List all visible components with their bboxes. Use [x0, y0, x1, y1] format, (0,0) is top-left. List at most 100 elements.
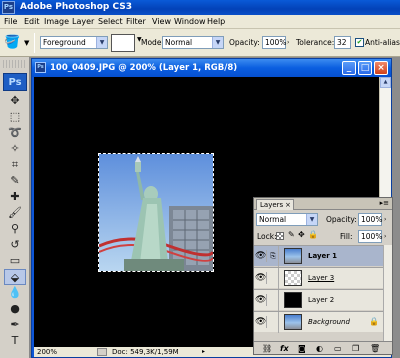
lock-paint-icon[interactable]: ✎: [288, 230, 295, 239]
minimize-button[interactable]: _: [342, 61, 356, 75]
options-divider: [34, 33, 35, 53]
layer-thumbnail: [284, 314, 302, 330]
history-brush-tool-icon[interactable]: ↺: [4, 237, 26, 253]
pen-tool-icon[interactable]: ✒: [4, 317, 26, 333]
magic-wand-tool-icon[interactable]: ✧: [4, 141, 26, 157]
chevron-down-icon: ▼: [96, 37, 107, 48]
opacity-chevron-icon[interactable]: ›: [287, 39, 289, 46]
lock-all-icon[interactable]: 🔒: [308, 230, 318, 239]
document-title: 100_0409.JPG @ 200% (Layer 1, RGB/8): [50, 63, 238, 73]
scroll-up-icon[interactable]: ▲: [380, 77, 391, 88]
layers-panel-footer: ⛓ fx ◙ ◐ ▭ ❐ 🗑: [254, 341, 392, 354]
move-tool-icon[interactable]: ✥: [4, 93, 26, 109]
slice-tool-icon[interactable]: ✎: [4, 173, 26, 189]
opacity-label: Opacity:: [229, 38, 260, 47]
link-slot[interactable]: [268, 290, 279, 311]
app-titlebar: Ps Adobe Photoshop CS3: [0, 0, 400, 15]
fill-chevron-icon[interactable]: ›: [384, 233, 386, 240]
selected-image[interactable]: [98, 153, 215, 272]
link-slot[interactable]: [268, 312, 279, 333]
tool-preset-chevron-down-icon[interactable]: ▼: [24, 35, 29, 51]
marquee-tool-icon[interactable]: ⬚: [4, 109, 26, 125]
app-title: Adobe Photoshop CS3: [20, 2, 132, 12]
menu-bar: File Edit Image Layer Select Filter View…: [0, 15, 400, 29]
layer-name: Layer 3: [308, 274, 335, 282]
type-tool-icon[interactable]: T: [4, 333, 26, 349]
menu-layer[interactable]: Layer: [72, 15, 94, 29]
menu-image[interactable]: Image: [44, 15, 69, 29]
layer-style-icon[interactable]: fx: [280, 343, 289, 354]
layer-row-layer-3[interactable]: 👁 Layer 3: [254, 267, 392, 289]
lasso-tool-icon[interactable]: ➰: [4, 125, 26, 141]
layer-opacity-input[interactable]: 100%: [358, 213, 382, 226]
tab-layers[interactable]: Layers ×: [256, 199, 294, 210]
close-button[interactable]: ×: [374, 61, 388, 75]
toolbox-grip[interactable]: [3, 60, 27, 68]
layers-scrollbar[interactable]: [383, 245, 392, 341]
status-preview-icon[interactable]: [97, 348, 107, 356]
link-layers-icon[interactable]: ⛓: [262, 343, 272, 354]
menu-help[interactable]: Help: [207, 15, 225, 29]
healing-brush-tool-icon[interactable]: ✚: [4, 189, 26, 205]
close-icon[interactable]: ×: [285, 200, 291, 210]
blur-tool-icon[interactable]: 💧: [4, 285, 26, 301]
link-slot[interactable]: [268, 268, 279, 289]
layer-mask-icon[interactable]: ◙: [298, 343, 306, 354]
trash-icon[interactable]: 🗑: [370, 343, 380, 354]
antialias-checkbox[interactable]: ✔: [355, 38, 364, 47]
opacity-chevron-icon[interactable]: ›: [384, 216, 386, 223]
visibility-eye-icon[interactable]: 👁: [255, 294, 267, 306]
menu-edit[interactable]: Edit: [24, 15, 40, 29]
paint-bucket-tool-icon[interactable]: ⬙: [4, 269, 26, 285]
blend-mode-select[interactable]: Normal ▼: [256, 213, 318, 226]
menu-select[interactable]: Select: [98, 15, 123, 29]
layer-thumbnail: [284, 270, 302, 286]
crop-tool-icon[interactable]: ⌗: [4, 157, 26, 173]
layer-row-layer-2[interactable]: 👁 Layer 2: [254, 289, 392, 311]
maximize-button[interactable]: □: [358, 61, 372, 75]
visibility-eye-icon[interactable]: 👁: [255, 316, 267, 328]
panel-menu-icon[interactable]: ▸≡: [380, 199, 389, 207]
layer-row-layer-1[interactable]: 👁 ⎘ Layer 1: [254, 245, 392, 267]
layer-thumbnail: [284, 292, 302, 308]
visibility-eye-icon[interactable]: 👁: [255, 250, 267, 262]
menu-filter[interactable]: Filter: [126, 15, 146, 29]
fill-input[interactable]: 100%: [358, 230, 382, 243]
zoom-level[interactable]: 200%: [37, 347, 57, 357]
lock-move-icon[interactable]: ✥: [298, 230, 305, 239]
layers-panel: Layers × ▸≡ Normal ▼ Opacity: 100% › Loc…: [253, 197, 393, 355]
link-icon[interactable]: ⎘: [268, 246, 279, 267]
layer-row-background[interactable]: 👁 Background 🔒: [254, 311, 392, 333]
status-menu-icon[interactable]: ▸: [202, 348, 210, 356]
menu-window[interactable]: Window: [174, 15, 206, 29]
adjustment-layer-icon[interactable]: ◐: [316, 343, 323, 354]
tolerance-label: Tolerance:: [296, 38, 335, 47]
fill-source-select[interactable]: Foreground ▼: [40, 36, 108, 49]
layer-name: Background: [308, 318, 350, 326]
visibility-eye-icon[interactable]: 👁: [255, 272, 267, 284]
opacity-input[interactable]: 100%: [262, 36, 286, 49]
mode-select[interactable]: Normal ▼: [162, 36, 224, 49]
brush-tool-icon[interactable]: 🖌: [4, 205, 26, 221]
dodge-tool-icon[interactable]: ●: [4, 301, 26, 317]
eraser-tool-icon[interactable]: ▭: [4, 253, 26, 269]
layer-name: Layer 2: [308, 296, 335, 304]
paint-bucket-icon[interactable]: 🪣: [4, 35, 20, 51]
menu-file[interactable]: File: [4, 15, 17, 29]
document-titlebar[interactable]: Ps 100_0409.JPG @ 200% (Layer 1, RGB/8) …: [32, 59, 391, 77]
menu-view[interactable]: View: [152, 15, 171, 29]
antialias-label: Anti-alias: [365, 38, 400, 47]
toolbox: Ps ✥ ⬚ ➰ ✧ ⌗ ✎ ✚ 🖌 ⚲ ↺ ▭ ⬙ 💧 ● ✒ T: [0, 57, 30, 358]
clone-stamp-tool-icon[interactable]: ⚲: [4, 221, 26, 237]
lock-icon: 🔒: [369, 317, 379, 326]
fill-source-value: Foreground: [43, 38, 86, 47]
layers-lock-row: Lock: ✎ ✥ 🔒 Fill: 100% ›: [254, 228, 392, 244]
new-group-icon[interactable]: ▭: [334, 343, 342, 354]
tab-layers-label: Layers: [260, 201, 284, 209]
tolerance-input[interactable]: 32: [334, 36, 351, 49]
chevron-down-icon: ▼: [212, 37, 223, 48]
new-layer-icon[interactable]: ❐: [352, 343, 359, 354]
lock-transparency-icon[interactable]: [276, 232, 284, 240]
pattern-swatch[interactable]: [111, 34, 135, 52]
photoshop-badge-icon[interactable]: Ps: [3, 73, 27, 91]
